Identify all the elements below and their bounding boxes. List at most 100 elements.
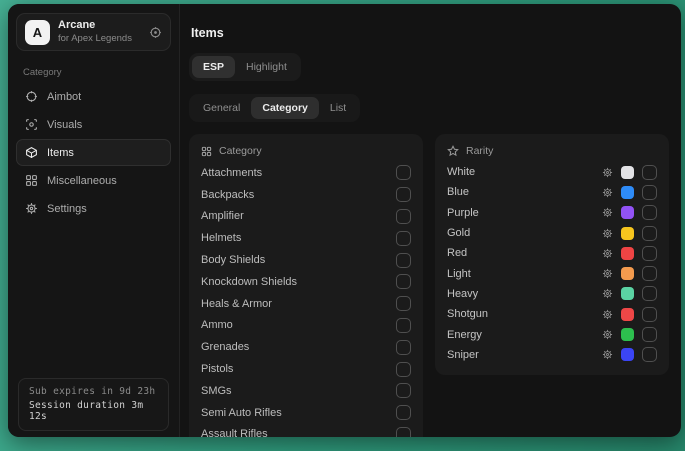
layout-grid-icon (201, 146, 212, 157)
category-checkbox[interactable] (396, 253, 411, 268)
rarity-checkbox[interactable] (642, 165, 657, 180)
rarity-settings-gear-icon[interactable] (602, 248, 613, 259)
category-checkbox[interactable] (396, 340, 411, 355)
tab-category[interactable]: Category (251, 97, 319, 119)
rarity-color-swatch[interactable] (621, 206, 634, 219)
rarity-label: Purple (447, 207, 479, 219)
rarity-row[interactable]: Shotgun (447, 304, 657, 324)
rarity-row[interactable]: Blue (447, 182, 657, 202)
rarity-settings-gear-icon[interactable] (602, 167, 613, 178)
package-icon (25, 146, 38, 159)
sidebar-item-settings[interactable]: Settings (16, 195, 171, 222)
sidebar-item-aimbot[interactable]: Aimbot (16, 83, 171, 110)
rarity-color-swatch[interactable] (621, 247, 634, 260)
category-row[interactable]: Semi Auto Rifles (201, 402, 411, 424)
gear-icon (25, 202, 38, 215)
rarity-checkbox[interactable] (642, 185, 657, 200)
category-label: Semi Auto Rifles (201, 407, 282, 419)
rarity-row[interactable]: White (447, 162, 657, 182)
category-checkbox[interactable] (396, 209, 411, 224)
category-row[interactable]: Ammo (201, 315, 411, 337)
sidebar-item-miscellaneous[interactable]: Miscellaneous (16, 167, 171, 194)
category-row[interactable]: Helmets (201, 227, 411, 249)
rarity-color-swatch[interactable] (621, 166, 634, 179)
category-checkbox[interactable] (396, 318, 411, 333)
rarity-row[interactable]: Red (447, 243, 657, 263)
category-checkbox[interactable] (396, 296, 411, 311)
rarity-settings-gear-icon[interactable] (602, 268, 613, 279)
category-label: Helmets (201, 232, 241, 244)
category-checkbox[interactable] (396, 405, 411, 420)
rarity-row[interactable]: Light (447, 263, 657, 283)
rarity-row[interactable]: Energy (447, 324, 657, 344)
rarity-label: Sniper (447, 349, 479, 361)
rarity-color-swatch[interactable] (621, 348, 634, 361)
rarity-checkbox[interactable] (642, 347, 657, 362)
rarity-checkbox[interactable] (642, 286, 657, 301)
rarity-checkbox[interactable] (642, 246, 657, 261)
category-panel-title: Category (219, 145, 262, 157)
tab-bar: General Category List (189, 94, 360, 122)
session-duration-text: Session duration 3m 12s (29, 400, 158, 422)
rarity-settings-gear-icon[interactable] (602, 329, 613, 340)
sidebar-item-label: Miscellaneous (47, 175, 117, 187)
rarity-checkbox[interactable] (642, 266, 657, 281)
desktop-background: A Arcane for Apex Legends Category (0, 0, 685, 451)
category-label: Heals & Armor (201, 298, 272, 310)
rarity-row[interactable]: Heavy (447, 284, 657, 304)
rarity-settings-gear-icon[interactable] (602, 349, 613, 360)
rarity-color-swatch[interactable] (621, 267, 634, 280)
page-title: Items (191, 26, 669, 40)
rarity-row[interactable]: Sniper (447, 345, 657, 365)
rarity-settings-gear-icon[interactable] (602, 207, 613, 218)
category-checkbox[interactable] (396, 427, 411, 437)
sidebar-item-items[interactable]: Items (16, 139, 171, 166)
rarity-checkbox[interactable] (642, 327, 657, 342)
category-row[interactable]: Knockdown Shields (201, 271, 411, 293)
rarity-checkbox[interactable] (642, 226, 657, 241)
main-content: Items ESP Highlight General Category Lis… (180, 4, 681, 437)
rarity-color-swatch[interactable] (621, 287, 634, 300)
category-row[interactable]: Body Shields (201, 249, 411, 271)
category-checkbox[interactable] (396, 383, 411, 398)
rarity-settings-gear-icon[interactable] (602, 288, 613, 299)
rarity-settings-gear-icon[interactable] (602, 309, 613, 320)
rarity-color-swatch[interactable] (621, 308, 634, 321)
rarity-panel: Rarity White (435, 134, 669, 375)
app-header-card: A Arcane for Apex Legends (16, 13, 171, 51)
rarity-label: Blue (447, 186, 469, 198)
mode-option-esp[interactable]: ESP (192, 56, 235, 78)
scan-eye-icon (25, 118, 38, 131)
category-row[interactable]: Backpacks (201, 184, 411, 206)
category-row[interactable]: Heals & Armor (201, 293, 411, 315)
tab-list[interactable]: List (319, 97, 357, 119)
mode-option-highlight[interactable]: Highlight (235, 56, 298, 78)
tab-general[interactable]: General (192, 97, 251, 119)
category-row[interactable]: Grenades (201, 336, 411, 358)
rarity-label: Light (447, 268, 471, 280)
category-checkbox[interactable] (396, 231, 411, 246)
category-checkbox[interactable] (396, 274, 411, 289)
rarity-color-swatch[interactable] (621, 227, 634, 240)
category-row[interactable]: Amplifier (201, 206, 411, 228)
category-row[interactable]: SMGs (201, 380, 411, 402)
category-label: Ammo (201, 319, 233, 331)
rarity-row[interactable]: Purple (447, 203, 657, 223)
rarity-settings-gear-icon[interactable] (602, 187, 613, 198)
sidebar-item-visuals[interactable]: Visuals (16, 111, 171, 138)
category-row[interactable]: Pistols (201, 358, 411, 380)
category-checkbox[interactable] (396, 165, 411, 180)
rarity-checkbox[interactable] (642, 307, 657, 322)
rarity-settings-gear-icon[interactable] (602, 228, 613, 239)
category-row[interactable]: Attachments (201, 162, 411, 184)
rarity-checkbox[interactable] (642, 205, 657, 220)
category-checkbox[interactable] (396, 362, 411, 377)
category-row[interactable]: Assault Rifles (201, 424, 411, 437)
category-label: Knockdown Shields (201, 276, 297, 288)
category-label: SMGs (201, 385, 232, 397)
rarity-row[interactable]: Gold (447, 223, 657, 243)
rarity-color-swatch[interactable] (621, 186, 634, 199)
target-icon[interactable] (149, 26, 162, 39)
category-checkbox[interactable] (396, 187, 411, 202)
rarity-color-swatch[interactable] (621, 328, 634, 341)
